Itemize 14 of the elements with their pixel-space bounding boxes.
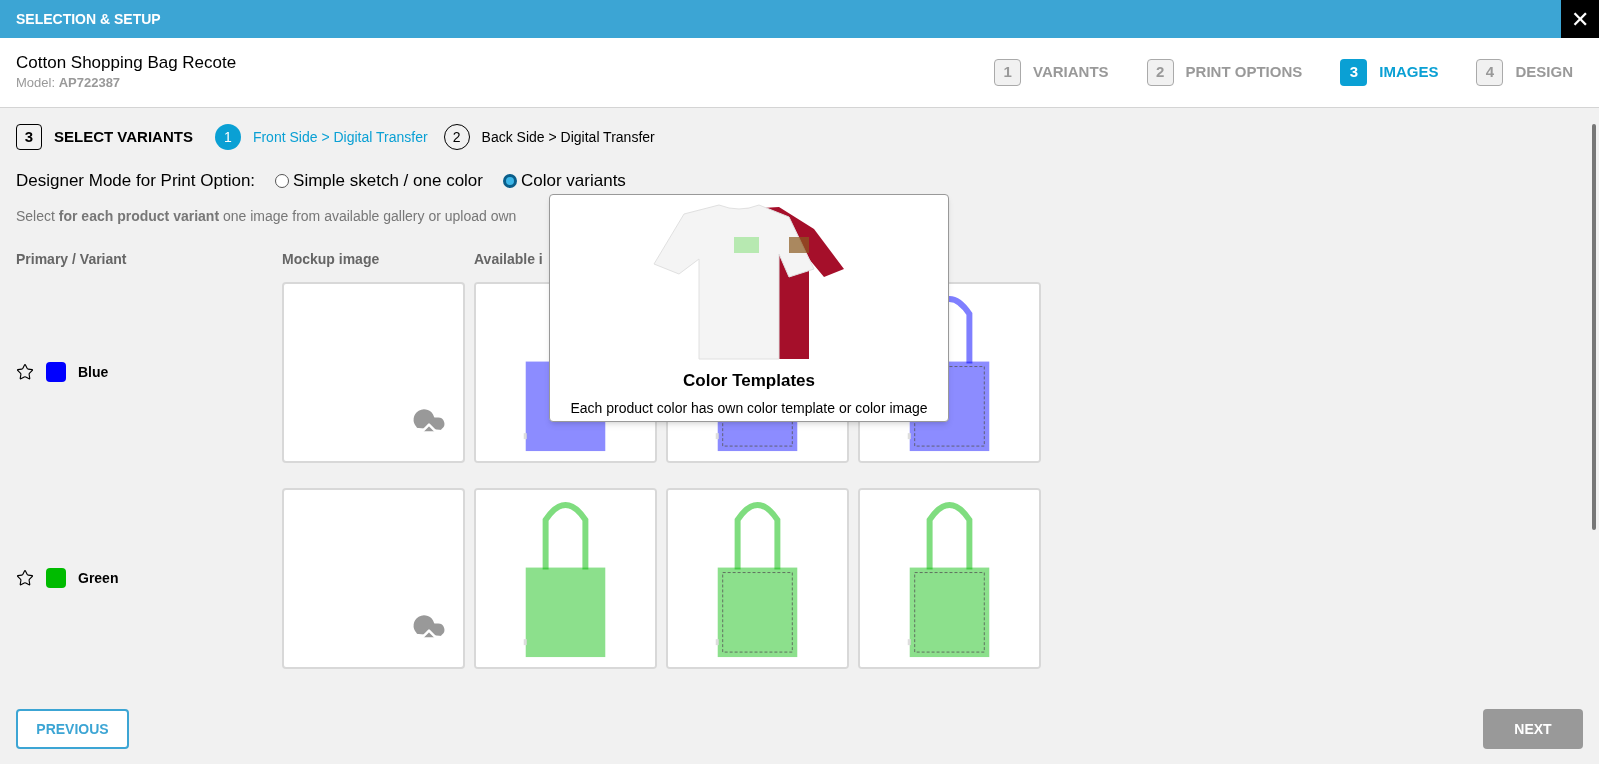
window-title: SELECTION & SETUP [15, 9, 161, 29]
instruction-text: Select for each product variant one image from available gallery or upload own [16, 206, 518, 226]
column-heading: Available i [474, 249, 543, 269]
section-title: SELECT VARIANTS [54, 126, 193, 147]
designer-mode-label: Designer Mode for Print Option: [16, 170, 256, 192]
variant-name: Green [78, 568, 119, 588]
tooltip-text: Each product color has own color template or color image [570, 398, 928, 418]
variant-name: Blue [78, 362, 109, 382]
column-heading: Mockup image [282, 249, 381, 269]
tooltip-title: Color Templates [683, 370, 815, 392]
product-name: Cotton Shopping Bag Recote [16, 52, 237, 73]
column-heading: Primary / Variant [16, 249, 128, 269]
section-number: 3 [16, 124, 42, 150]
model-number: Model: AP722387 [16, 73, 122, 92]
